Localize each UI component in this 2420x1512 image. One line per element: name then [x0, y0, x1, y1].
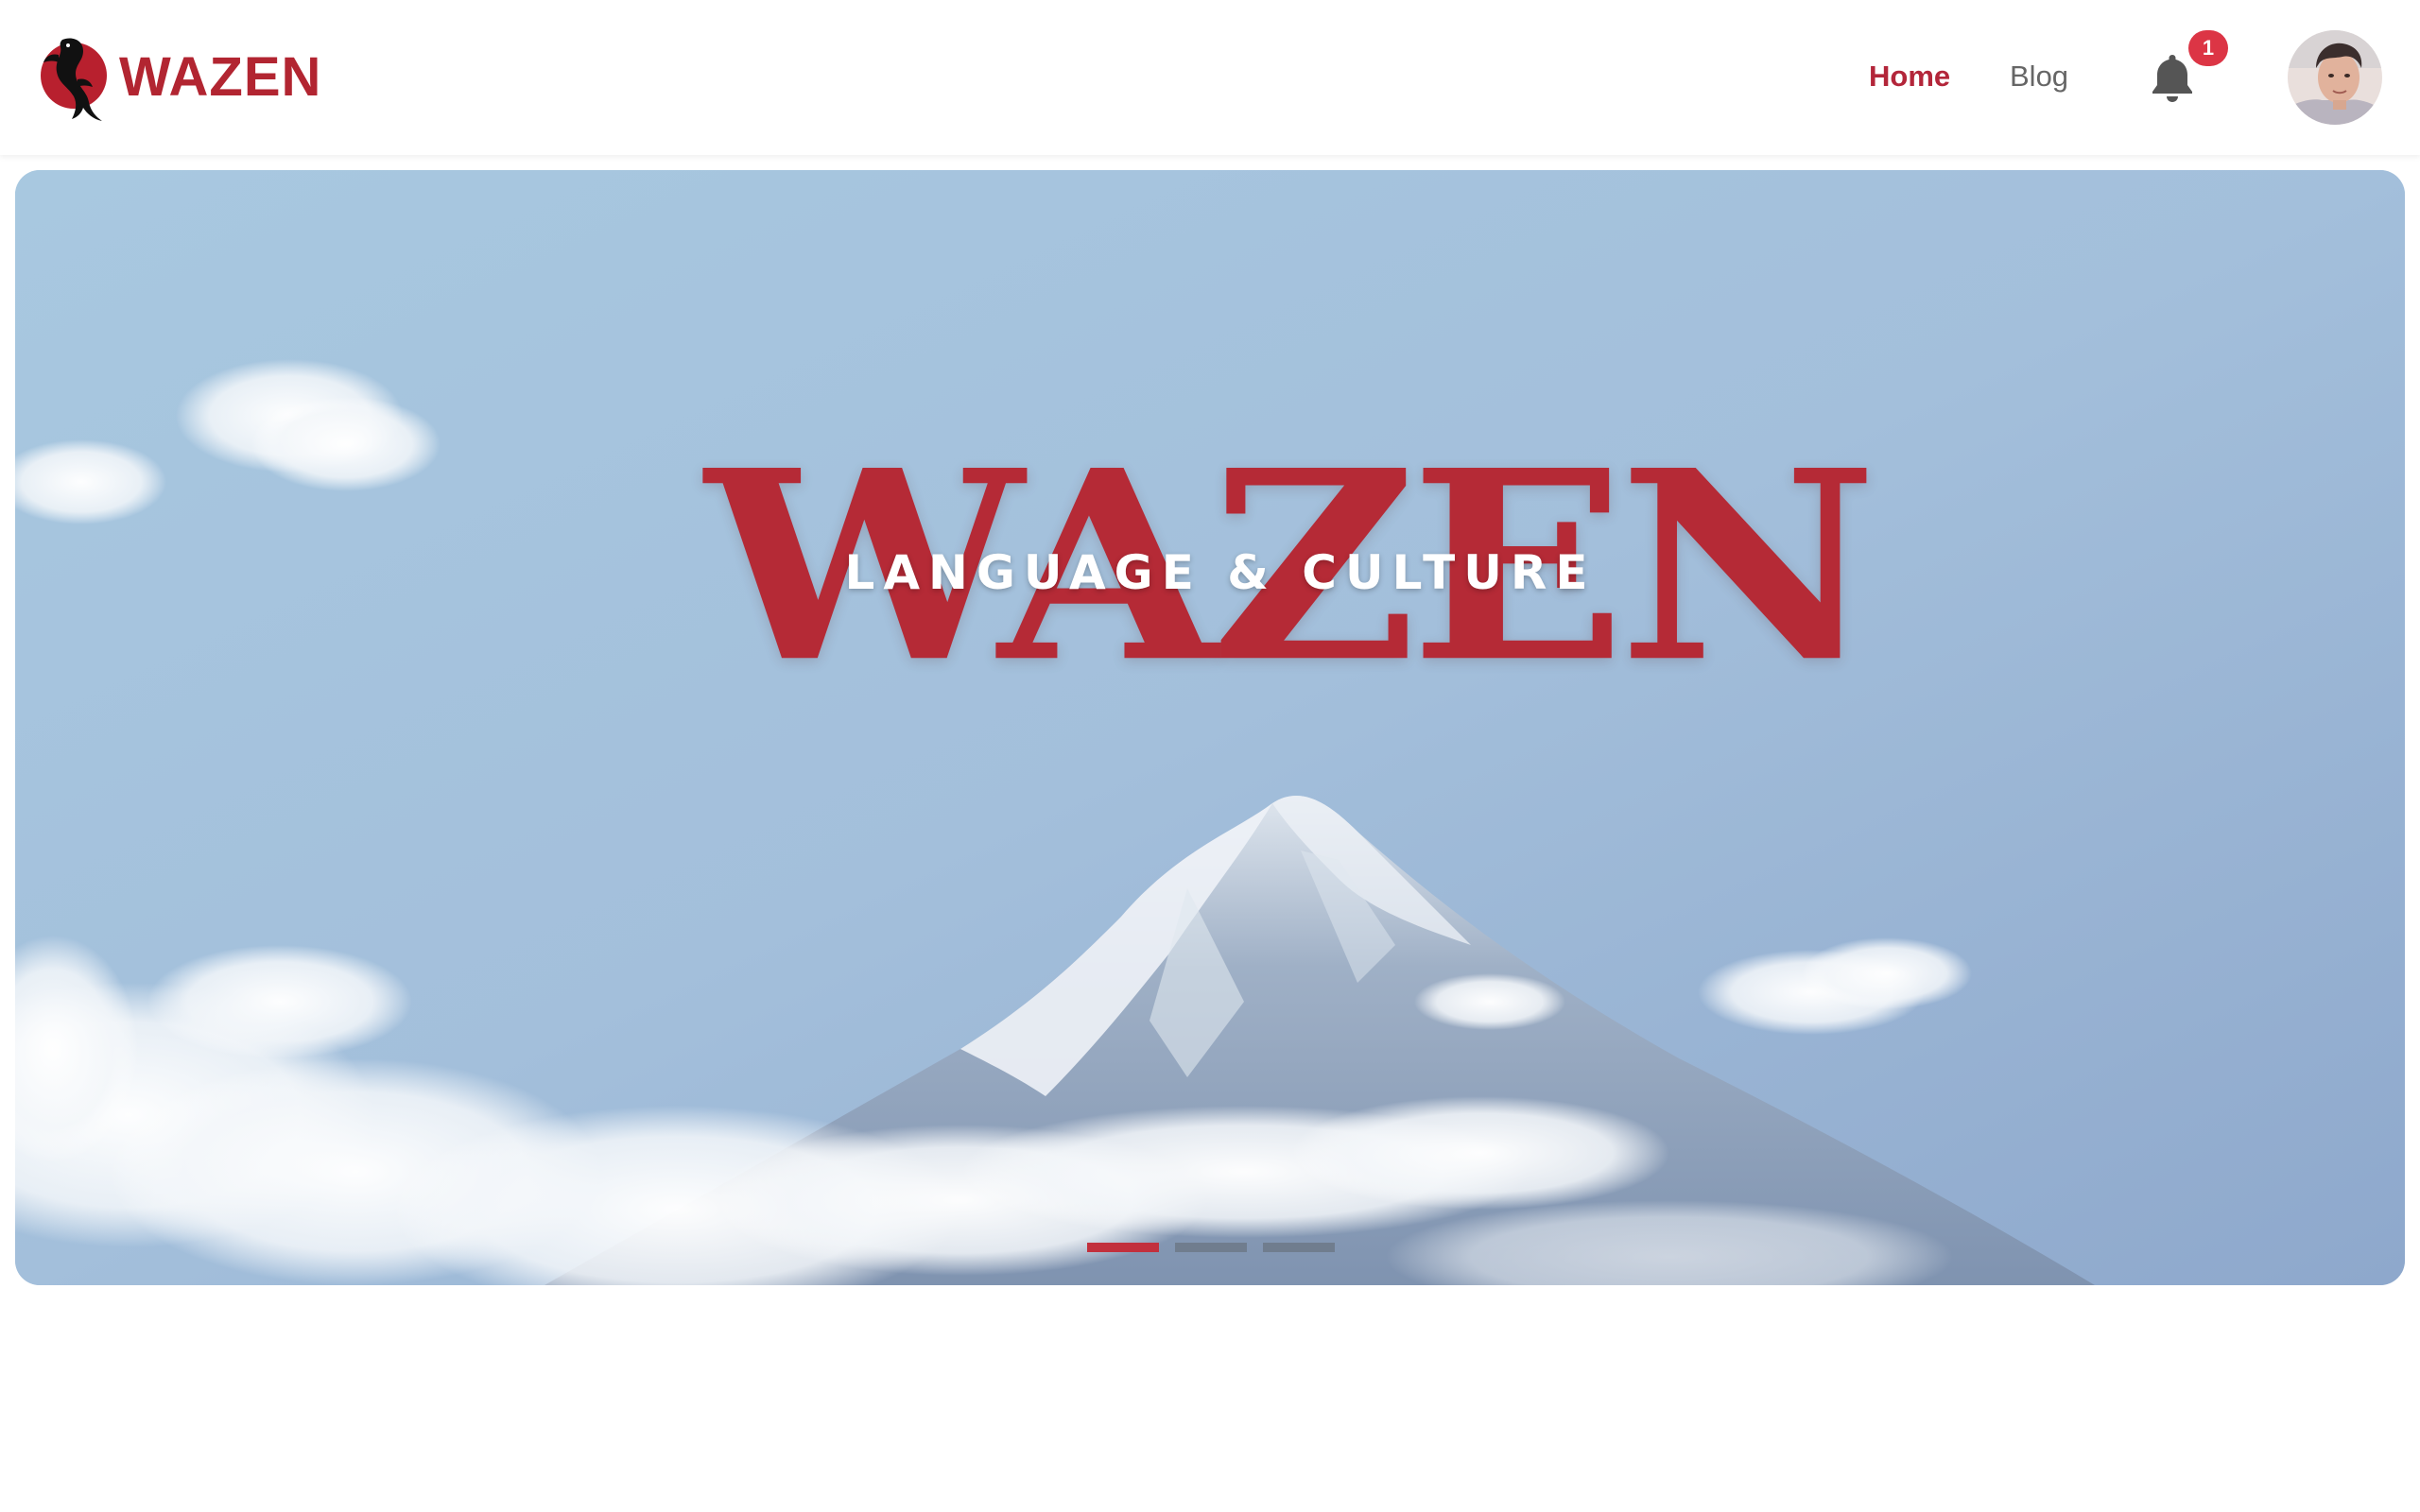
top-navbar: WAZEN Home Blog 1 [0, 0, 2420, 155]
nav-blog-link[interactable]: Blog [2010, 57, 2068, 96]
carousel-indicator-3[interactable] [1263, 1243, 1335, 1252]
hero-subtitle: LANGUAGE & CULTURE [844, 545, 1597, 600]
notification-count-badge: 1 [2188, 30, 2228, 66]
bell-icon [2152, 55, 2192, 102]
carousel-indicators [1087, 1243, 1335, 1252]
mount-fuji-background-image [15, 170, 2405, 1285]
hero-carousel[interactable]: WAZEN LANGUAGE & CULTURE [15, 170, 2405, 1285]
brand-name: WAZEN [119, 46, 322, 108]
hero-logo: WAZEN LANGUAGE & CULTURE [705, 436, 1877, 709]
brand-home-link[interactable]: WAZEN [34, 32, 321, 123]
carousel-indicator-2[interactable] [1175, 1243, 1247, 1252]
koi-fish-logo-icon [41, 38, 107, 121]
user-avatar[interactable] [2288, 30, 2382, 125]
nav-home-link[interactable]: Home [1869, 57, 1950, 96]
carousel-indicator-1[interactable] [1087, 1243, 1159, 1252]
user-avatar-photo [2288, 30, 2382, 125]
